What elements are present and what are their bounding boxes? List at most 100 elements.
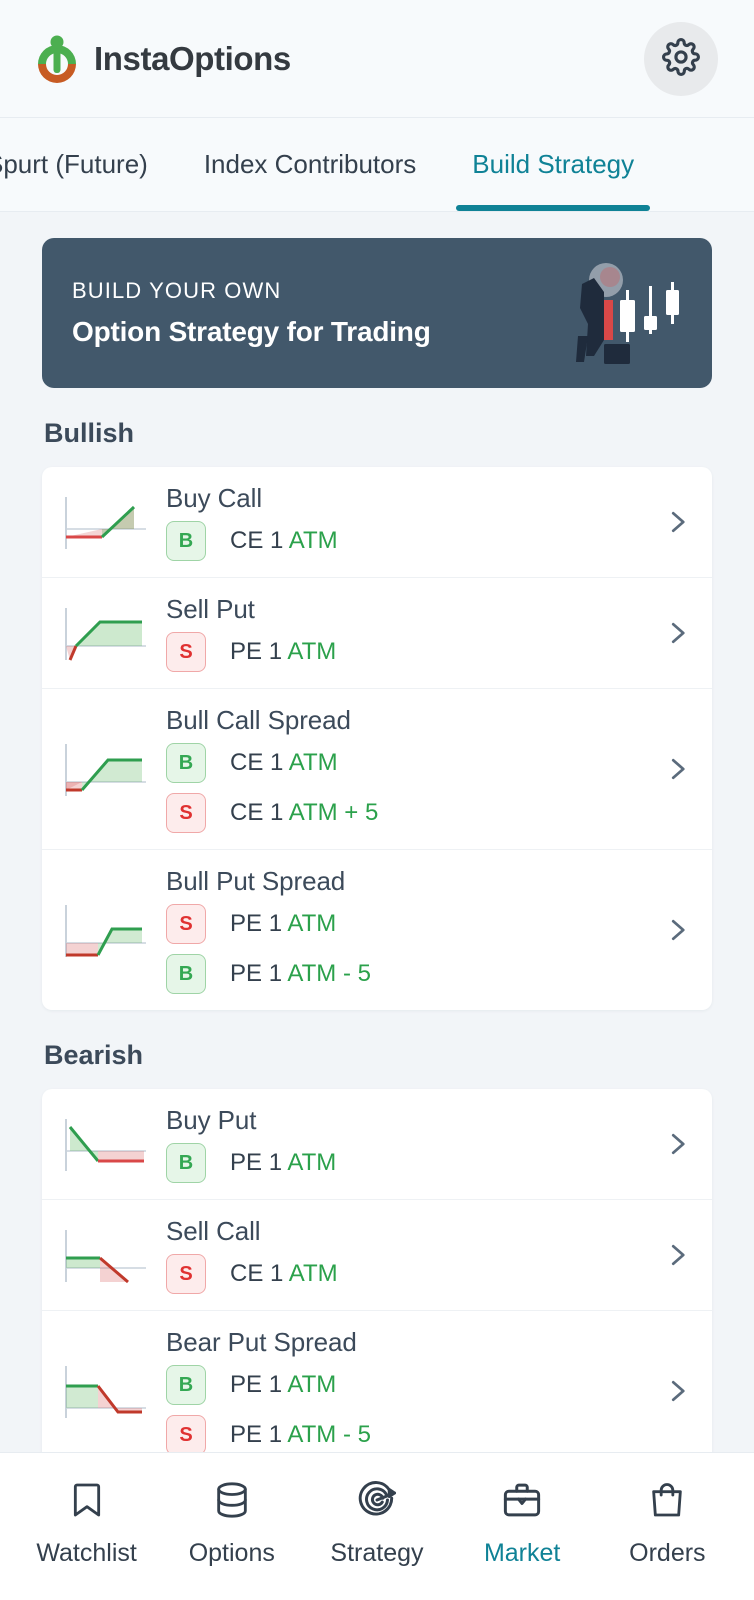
- payoff-bull-call-spread-icon: [56, 738, 152, 800]
- brand-name: InstaOptions: [94, 39, 291, 77]
- strategy-legs: B CE 1 ATM S CE 1 ATM + 5: [166, 743, 660, 833]
- strategy-legs: S PE 1 ATM: [166, 632, 660, 672]
- strategy-info: Bull Call Spread B CE 1 ATM S CE 1 ATM +…: [166, 705, 660, 833]
- strategy-name: Sell Put: [166, 594, 255, 624]
- strategy-leg: B CE 1 ATM: [166, 521, 660, 561]
- leg-action-badge: S: [166, 1254, 206, 1294]
- briefcase-icon: [496, 1475, 548, 1525]
- strategy-name: Bull Put Spread: [166, 866, 346, 896]
- leg-details: PE 1 ATM - 5: [230, 1421, 371, 1448]
- chevron-right-icon[interactable]: [660, 915, 694, 945]
- strategy-row-bear-put-spread[interactable]: Bear Put Spread B PE 1 ATM S PE 1 ATM - …: [42, 1311, 712, 1452]
- section-title-bearish: Bearish: [44, 1040, 144, 1070]
- chevron-right-icon[interactable]: [660, 1376, 694, 1406]
- target-arrow-icon: [351, 1475, 403, 1525]
- settings-button[interactable]: [644, 21, 718, 96]
- leg-details: PE 1 ATM: [230, 1371, 337, 1398]
- tab-label: Spurt (Future): [0, 149, 148, 179]
- nav-label: Orders: [629, 1539, 706, 1567]
- leg-action-badge: S: [166, 632, 206, 672]
- nav-item-options[interactable]: Options: [159, 1475, 304, 1568]
- leg-details: PE 1 ATM: [230, 638, 337, 665]
- content-scroll-area[interactable]: BUILD YOUR OWN Option Strategy for Tradi…: [0, 212, 754, 1452]
- strategy-row-bull-put-spread[interactable]: Bull Put Spread S PE 1 ATM B PE 1 ATM - …: [42, 850, 712, 1010]
- nav-item-orders[interactable]: Orders: [595, 1475, 740, 1568]
- strategy-row-sell-put[interactable]: Sell Put S PE 1 ATM: [42, 578, 712, 689]
- payoff-buy-put-icon: [56, 1113, 152, 1175]
- strategy-legs: S CE 1 ATM: [166, 1254, 660, 1294]
- strategy-name: Buy Call: [166, 483, 263, 513]
- leg-action-badge: B: [166, 1143, 206, 1183]
- strategy-leg: S PE 1 ATM: [166, 904, 660, 944]
- payoff-sell-call-icon: [56, 1224, 152, 1286]
- strategy-legs: B CE 1 ATM: [166, 521, 660, 561]
- leg-action-badge: S: [166, 1415, 206, 1452]
- leg-action-badge: B: [166, 954, 206, 994]
- nav-label: Options: [188, 1539, 275, 1567]
- strategy-leg: S PE 1 ATM - 5: [166, 1415, 660, 1452]
- payoff-sell-put-icon: [56, 602, 152, 664]
- strategy-info: Sell Put S PE 1 ATM: [166, 594, 660, 672]
- strategy-name: Bull Call Spread: [166, 705, 351, 735]
- strategy-leg: B PE 1 ATM: [166, 1143, 660, 1183]
- chevron-right-icon[interactable]: [660, 618, 694, 648]
- strategy-info: Buy Call B CE 1 ATM: [166, 483, 660, 561]
- strategy-leg: B CE 1 ATM: [166, 743, 660, 783]
- trader-candlestick-illustration: [564, 258, 684, 368]
- leg-details: PE 1 ATM - 5: [230, 960, 371, 987]
- chevron-right-icon[interactable]: [660, 1240, 694, 1270]
- strategy-row-sell-call[interactable]: Sell Call S CE 1 ATM: [42, 1200, 712, 1311]
- build-your-own-banner[interactable]: BUILD YOUR OWN Option Strategy for Tradi…: [42, 238, 712, 388]
- app-root: InstaOptions Spurt (Future) Index Contri…: [0, 0, 754, 1600]
- tab-bar[interactable]: Spurt (Future) Index Contributors Build …: [0, 118, 754, 212]
- nav-item-strategy[interactable]: Strategy: [304, 1475, 449, 1568]
- strategy-row-bull-call-spread[interactable]: Bull Call Spread B CE 1 ATM S CE 1 ATM +…: [42, 689, 712, 850]
- strategy-row-buy-call[interactable]: Buy Call B CE 1 ATM: [42, 467, 712, 578]
- chevron-right-icon[interactable]: [660, 1129, 694, 1159]
- payoff-buy-call-icon: [56, 491, 152, 553]
- chevron-right-icon[interactable]: [660, 507, 694, 537]
- tab-build-strategy[interactable]: Build Strategy: [444, 118, 662, 211]
- nav-label: Market: [483, 1539, 561, 1567]
- strategy-info: Bear Put Spread B PE 1 ATM S PE 1 ATM - …: [166, 1327, 660, 1452]
- leg-details: CE 1 ATM + 5: [230, 799, 379, 826]
- tab-spurt-future[interactable]: Spurt (Future): [0, 118, 176, 211]
- database-icon: [206, 1475, 258, 1525]
- strategy-legs: B PE 1 ATM S PE 1 ATM - 5: [166, 1365, 660, 1452]
- strategy-leg: B PE 1 ATM: [166, 1365, 660, 1405]
- strategy-name: Buy Put: [166, 1105, 257, 1135]
- bottom-navigation: Watchlist Options Strategy Market Orders: [0, 1452, 754, 1600]
- nav-item-watchlist[interactable]: Watchlist: [14, 1475, 159, 1568]
- gear-icon: [662, 38, 700, 79]
- leg-action-badge: B: [166, 743, 206, 783]
- strategy-leg: S PE 1 ATM: [166, 632, 660, 672]
- strategy-legs: S PE 1 ATM B PE 1 ATM - 5: [166, 904, 660, 994]
- strategy-card-bullish: Buy Call B CE 1 ATM Sell Put S PE 1 ATM …: [42, 467, 712, 1010]
- shopping-bag-icon: [641, 1475, 693, 1525]
- strategy-name: Bear Put Spread: [166, 1327, 357, 1357]
- leg-action-badge: S: [166, 793, 206, 833]
- leg-action-badge: B: [166, 1365, 206, 1405]
- nav-item-market[interactable]: Market: [450, 1475, 595, 1568]
- strategy-name: Sell Call: [166, 1216, 261, 1246]
- leg-action-badge: B: [166, 521, 206, 561]
- strategy-leg: S CE 1 ATM: [166, 1254, 660, 1294]
- bookmark-icon: [61, 1475, 113, 1525]
- strategy-row-buy-put[interactable]: Buy Put B PE 1 ATM: [42, 1089, 712, 1200]
- strategy-legs: B PE 1 ATM: [166, 1143, 660, 1183]
- banner-title: Option Strategy for Trading: [72, 316, 431, 347]
- leg-details: CE 1 ATM: [230, 1260, 338, 1287]
- section-title-bullish: Bullish: [44, 418, 135, 448]
- leg-details: CE 1 ATM: [230, 527, 338, 554]
- leg-details: PE 1 ATM: [230, 910, 337, 937]
- instaoptions-logo-icon: [34, 34, 80, 84]
- nav-label: Watchlist: [36, 1539, 137, 1567]
- payoff-bear-put-spread-icon: [56, 1360, 152, 1422]
- tab-index-contributors[interactable]: Index Contributors: [176, 118, 444, 211]
- leg-details: CE 1 ATM: [230, 749, 338, 776]
- tab-label: Index Contributors: [203, 149, 417, 179]
- strategy-info: Sell Call S CE 1 ATM: [166, 1216, 660, 1294]
- strategy-card-bearish: Buy Put B PE 1 ATM Sell Call S CE 1 ATM …: [42, 1089, 712, 1452]
- strategy-leg: S CE 1 ATM + 5: [166, 793, 660, 833]
- chevron-right-icon[interactable]: [660, 754, 694, 784]
